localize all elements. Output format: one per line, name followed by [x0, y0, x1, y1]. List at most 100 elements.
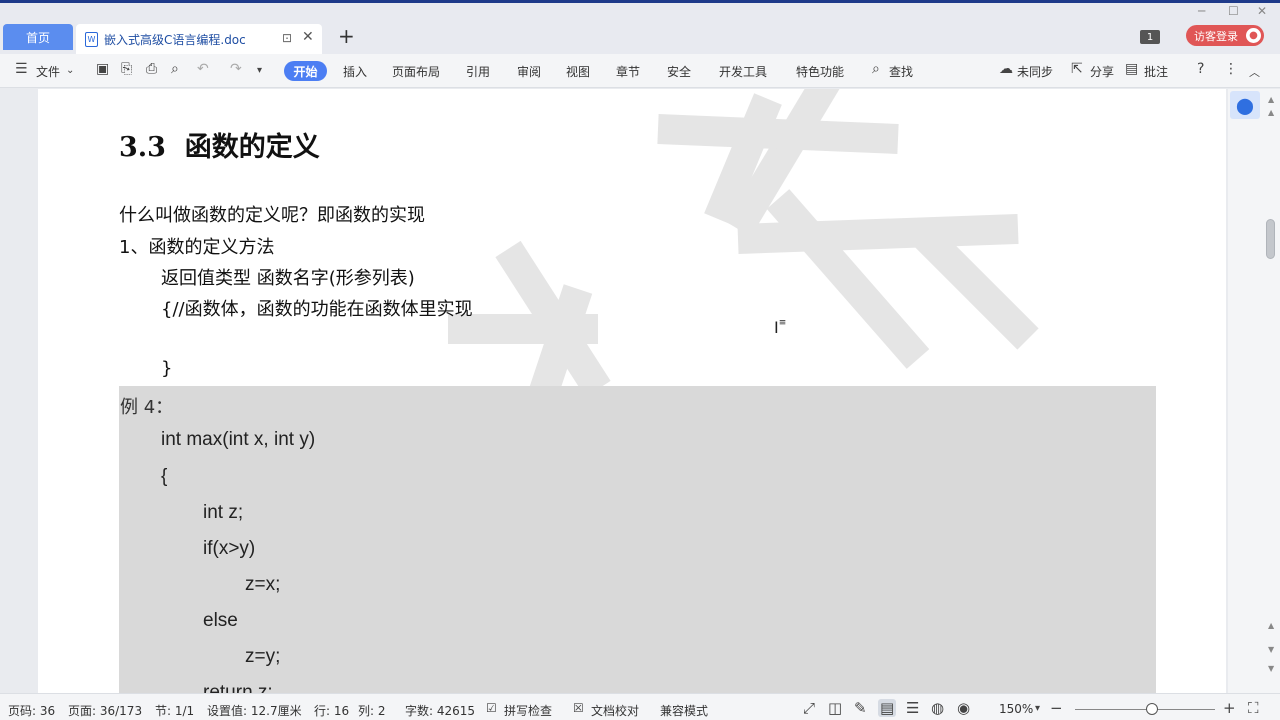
doc-proof-icon: ☒: [573, 701, 584, 715]
top-accent-line: [0, 0, 1280, 3]
status-page-code[interactable]: 页码: 36: [8, 702, 55, 719]
close-tab-icon[interactable]: ✕: [302, 29, 314, 45]
visitor-login-button[interactable]: 访客登录 ●: [1186, 25, 1264, 46]
undo-icon[interactable]: ↶: [197, 61, 209, 77]
web-view-icon[interactable]: ◍: [931, 699, 944, 717]
word-doc-icon: W: [85, 31, 98, 47]
quick-access-dropdown-icon[interactable]: ▾: [257, 65, 262, 76]
zoom-in-icon[interactable]: +: [1223, 699, 1236, 717]
window-count-badge[interactable]: 1: [1140, 30, 1160, 44]
status-col[interactable]: 列: 2: [358, 702, 386, 719]
search-icon[interactable]: ⌕: [872, 61, 880, 77]
paragraph-line: {//函数体，函数的功能在函数体里实现: [161, 299, 473, 320]
comment-icon[interactable]: ▤: [1125, 61, 1138, 77]
status-page[interactable]: 页面: 36/173: [68, 702, 142, 719]
code-example-block: 例 4： int max(int x, int y) { int z; if(x…: [119, 386, 1156, 693]
paragraph-line: }: [161, 358, 173, 379]
search-button[interactable]: 查找: [889, 63, 913, 80]
ribbon-tab-security[interactable]: 安全: [667, 63, 691, 80]
spell-check-button[interactable]: 拼写检查: [504, 702, 552, 719]
scroll-down-arrow-icon[interactable]: ▼: [1268, 645, 1274, 654]
page-view-icon[interactable]: ▤: [878, 699, 897, 717]
comment-button[interactable]: 批注: [1144, 63, 1168, 80]
print-icon[interactable]: ⎙: [146, 61, 157, 77]
pin-tab-icon[interactable]: ⊡: [282, 31, 292, 45]
focus-mode-icon[interactable]: ⤢: [803, 699, 815, 717]
compat-mode-label: 兼容模式: [660, 704, 709, 718]
zoom-dropdown-icon[interactable]: ▾: [1035, 703, 1040, 714]
read-mode-icon[interactable]: ◫: [828, 699, 842, 717]
ribbon-tab-page-layout[interactable]: 页面布局: [392, 63, 440, 80]
ribbon-tab-view[interactable]: 视图: [566, 63, 590, 80]
write-mode-icon[interactable]: ✎: [854, 699, 867, 717]
chevron-down-icon[interactable]: ⌄: [66, 65, 74, 76]
maximize-icon[interactable]: ☐: [1228, 4, 1239, 18]
ribbon-toolbar: ☰ 文件 ⌄ ▣ ⎘ ⎙ ⌕ ↶ ↷ ▾ 开始 插入 页面布局 引用 审阅 视图…: [0, 54, 1280, 88]
cloud-sync-icon[interactable]: ☁: [999, 61, 1013, 77]
scroll-up-arrow-icon[interactable]: ▲: [1268, 108, 1274, 117]
location-pin-icon[interactable]: ⬤: [1230, 91, 1260, 119]
status-word-count[interactable]: 字数: 42615: [405, 702, 475, 719]
status-section[interactable]: 节: 1/1: [155, 702, 194, 719]
export-icon[interactable]: ⎘: [121, 61, 132, 77]
scroll-up-arrow-icon[interactable]: ▲: [1268, 95, 1274, 104]
tab-home[interactable]: 首页: [3, 24, 73, 50]
text-cursor-icon: I≡: [774, 318, 787, 337]
sync-status[interactable]: 未同步: [1017, 63, 1053, 80]
code-line: return z;: [203, 682, 273, 693]
ribbon-tab-start[interactable]: 开始: [284, 61, 327, 81]
zoom-slider-handle[interactable]: [1146, 703, 1158, 715]
right-sidebar: ⬤ ▲ ▲ ▲ ▼ ▼: [1228, 89, 1280, 693]
share-button[interactable]: 分享: [1090, 63, 1114, 80]
file-menu[interactable]: 文件: [36, 63, 60, 80]
code-line: z=y;: [245, 646, 281, 667]
ribbon-tab-developer[interactable]: 开发工具: [719, 63, 767, 80]
ribbon-tab-chapter[interactable]: 章节: [616, 63, 640, 80]
status-row[interactable]: 行: 16: [314, 702, 349, 719]
section-title: 函数的定义: [184, 132, 320, 163]
scroll-up-arrow-icon[interactable]: ▲: [1268, 621, 1274, 630]
status-setting[interactable]: 设置值: 12.7厘米: [207, 702, 302, 719]
vertical-scrollbar[interactable]: [1264, 89, 1278, 693]
scrollbar-thumb[interactable]: [1266, 219, 1275, 259]
menu-icon[interactable]: ☰: [15, 61, 28, 77]
ribbon-tab-features[interactable]: 特色功能: [796, 63, 844, 80]
eye-protection-icon[interactable]: ◉: [957, 699, 970, 717]
zoom-out-icon[interactable]: −: [1050, 699, 1063, 717]
document-page[interactable]: 3.3 函数的定义 什么叫做函数的定义呢？即函数的实现 1、函数的定义方法 返回…: [38, 89, 1226, 693]
ribbon-tab-references[interactable]: 引用: [466, 63, 490, 80]
share-icon[interactable]: ⇱: [1071, 61, 1083, 77]
print-preview-icon[interactable]: ⌕: [171, 61, 179, 77]
ribbon-tab-review[interactable]: 审阅: [517, 63, 541, 80]
code-line: int z;: [203, 502, 244, 523]
tab-document[interactable]: W 嵌入式高级C语言编程.doc ⊡ ✕: [76, 24, 322, 54]
code-line: z=x;: [245, 574, 281, 595]
visitor-login-label: 访客登录: [1194, 29, 1238, 43]
avatar-icon: ●: [1246, 28, 1261, 43]
ribbon-tab-insert[interactable]: 插入: [343, 63, 367, 80]
new-tab-button[interactable]: +: [338, 24, 355, 48]
code-line: if(x>y): [203, 538, 256, 559]
help-icon[interactable]: ?: [1197, 61, 1204, 77]
tab-document-title: 嵌入式高级C语言编程.doc: [104, 32, 246, 47]
close-window-icon[interactable]: ✕: [1257, 4, 1267, 18]
outline-view-icon[interactable]: ☰: [906, 699, 919, 717]
fit-window-icon[interactable]: ⛶: [1248, 699, 1259, 717]
title-bar: 首页 W 嵌入式高级C语言编程.doc ⊡ ✕ + ─ ☐ ✕ 1 访客登录 ●: [0, 0, 1280, 54]
zoom-level[interactable]: 150%: [999, 702, 1033, 716]
document-area[interactable]: 3.3 函数的定义 什么叫做函数的定义呢？即函数的实现 1、函数的定义方法 返回…: [0, 89, 1228, 693]
code-line: else: [203, 610, 238, 631]
scroll-down-arrow-icon[interactable]: ▼: [1268, 664, 1274, 673]
zoom-slider[interactable]: [1075, 709, 1215, 710]
section-number: 3.3: [119, 132, 166, 163]
collapse-ribbon-icon[interactable]: ︿: [1249, 64, 1260, 80]
save-icon[interactable]: ▣: [96, 61, 109, 77]
code-line: {: [161, 466, 168, 487]
paragraph-line: 1、函数的定义方法: [119, 237, 275, 258]
example-label: 例 4：: [120, 397, 174, 418]
code-line: int max(int x, int y): [161, 429, 316, 450]
doc-proof-button[interactable]: 文档校对: [591, 702, 639, 719]
more-icon[interactable]: ⋮: [1224, 61, 1238, 77]
minimize-icon[interactable]: ─: [1198, 4, 1205, 18]
redo-icon[interactable]: ↷: [230, 61, 242, 77]
